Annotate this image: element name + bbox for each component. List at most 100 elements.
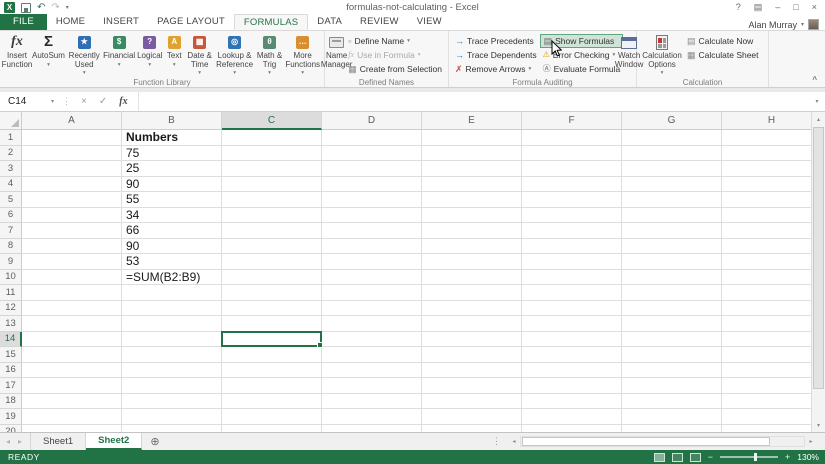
cell-C6[interactable] bbox=[222, 208, 322, 224]
cell-G18[interactable] bbox=[622, 394, 722, 410]
cell-C20[interactable] bbox=[222, 425, 322, 433]
cell-C16[interactable] bbox=[222, 363, 322, 379]
cell-H20[interactable] bbox=[722, 425, 822, 433]
cell-A13[interactable] bbox=[22, 316, 122, 332]
cell-H10[interactable] bbox=[722, 270, 822, 286]
cell-E12[interactable] bbox=[422, 301, 522, 317]
cell-A20[interactable] bbox=[22, 425, 122, 433]
cell-D17[interactable] bbox=[322, 378, 422, 394]
enter-button[interactable]: ✓ bbox=[93, 96, 113, 107]
zoom-in-icon[interactable]: + bbox=[785, 452, 790, 462]
cell-D7[interactable] bbox=[322, 223, 422, 239]
cell-G6[interactable] bbox=[622, 208, 722, 224]
cell-G20[interactable] bbox=[622, 425, 722, 433]
cell-H17[interactable] bbox=[722, 378, 822, 394]
page-layout-view-icon[interactable] bbox=[672, 453, 683, 462]
row-header-12[interactable]: 12 bbox=[0, 301, 22, 317]
cell-D12[interactable] bbox=[322, 301, 422, 317]
cell-A1[interactable] bbox=[22, 130, 122, 146]
cell-G2[interactable] bbox=[622, 146, 722, 162]
cell-D2[interactable] bbox=[322, 146, 422, 162]
cell-B20[interactable] bbox=[122, 425, 222, 433]
date-time-button[interactable]: ▦ Date & Time ▾ bbox=[185, 33, 215, 79]
tab-view[interactable]: VIEW bbox=[408, 14, 451, 30]
cell-E1[interactable] bbox=[422, 130, 522, 146]
scroll-down-icon[interactable]: ▾ bbox=[812, 418, 825, 432]
cell-B6[interactable]: 34 bbox=[122, 208, 222, 224]
cell-F15[interactable] bbox=[522, 347, 622, 363]
column-header-D[interactable]: D bbox=[322, 112, 422, 130]
normal-view-icon[interactable] bbox=[654, 453, 665, 462]
cell-G16[interactable] bbox=[622, 363, 722, 379]
tab-data[interactable]: DATA bbox=[308, 14, 351, 30]
name-box[interactable]: C14 ▾ bbox=[0, 92, 58, 111]
cell-G5[interactable] bbox=[622, 192, 722, 208]
cell-A3[interactable] bbox=[22, 161, 122, 177]
cell-D4[interactable] bbox=[322, 177, 422, 193]
tab-scroll-splitter[interactable]: ⋮ bbox=[492, 433, 501, 450]
cell-A2[interactable] bbox=[22, 146, 122, 162]
row-header-8[interactable]: 8 bbox=[0, 239, 22, 255]
cell-G10[interactable] bbox=[622, 270, 722, 286]
cell-H9[interactable] bbox=[722, 254, 822, 270]
formula-input[interactable] bbox=[138, 92, 809, 111]
save-icon[interactable] bbox=[21, 3, 31, 13]
cell-A17[interactable] bbox=[22, 378, 122, 394]
calculate-sheet-button[interactable]: ▦ Calculate Sheet bbox=[684, 48, 762, 62]
cell-G1[interactable] bbox=[622, 130, 722, 146]
scroll-left-icon[interactable]: ◂ bbox=[508, 438, 520, 445]
column-header-H[interactable]: H bbox=[722, 112, 822, 130]
row-header-5[interactable]: 5 bbox=[0, 192, 22, 208]
prev-sheet-icon[interactable]: ◂ bbox=[6, 437, 10, 446]
new-sheet-button[interactable]: ⊕ bbox=[142, 433, 167, 450]
cell-G4[interactable] bbox=[622, 177, 722, 193]
cell-A6[interactable] bbox=[22, 208, 122, 224]
minimize-icon[interactable]: – bbox=[775, 0, 780, 15]
cell-B17[interactable] bbox=[122, 378, 222, 394]
trace-dependents-button[interactable]: → Trace Dependents bbox=[452, 48, 540, 62]
cell-C15[interactable] bbox=[222, 347, 322, 363]
remove-arrows-button[interactable]: ✗ Remove Arrows ▾ bbox=[452, 62, 540, 76]
cell-A19[interactable] bbox=[22, 409, 122, 425]
cell-E15[interactable] bbox=[422, 347, 522, 363]
cell-F3[interactable] bbox=[522, 161, 622, 177]
row-header-18[interactable]: 18 bbox=[0, 394, 22, 410]
cell-C4[interactable] bbox=[222, 177, 322, 193]
tab-insert[interactable]: INSERT bbox=[94, 14, 148, 30]
cell-B1[interactable]: Numbers bbox=[122, 130, 222, 146]
row-header-9[interactable]: 9 bbox=[0, 254, 22, 270]
lookup-reference-button[interactable]: ◎ Lookup & Reference ▾ bbox=[215, 33, 255, 79]
cell-D6[interactable] bbox=[322, 208, 422, 224]
cell-E4[interactable] bbox=[422, 177, 522, 193]
calculate-now-button[interactable]: ▤ Calculate Now bbox=[684, 34, 762, 48]
column-header-B[interactable]: B bbox=[122, 112, 222, 130]
horizontal-scrollbar-thumb[interactable] bbox=[522, 437, 770, 446]
cell-H16[interactable] bbox=[722, 363, 822, 379]
insert-function-button[interactable]: fx Insert Function bbox=[3, 33, 31, 70]
cell-G11[interactable] bbox=[622, 285, 722, 301]
expand-formula-bar-icon[interactable]: ▾ bbox=[809, 98, 825, 105]
cell-D16[interactable] bbox=[322, 363, 422, 379]
cell-C11[interactable] bbox=[222, 285, 322, 301]
cell-D13[interactable] bbox=[322, 316, 422, 332]
sheet-tab-sheet1[interactable]: Sheet1 bbox=[30, 433, 86, 450]
cell-H18[interactable] bbox=[722, 394, 822, 410]
tab-review[interactable]: REVIEW bbox=[351, 14, 408, 30]
row-header-7[interactable]: 7 bbox=[0, 223, 22, 239]
cell-B9[interactable]: 53 bbox=[122, 254, 222, 270]
cell-G3[interactable] bbox=[622, 161, 722, 177]
cell-E7[interactable] bbox=[422, 223, 522, 239]
cell-E19[interactable] bbox=[422, 409, 522, 425]
cell-B7[interactable]: 66 bbox=[122, 223, 222, 239]
row-header-1[interactable]: 1 bbox=[0, 130, 22, 146]
cell-C18[interactable] bbox=[222, 394, 322, 410]
cell-C12[interactable] bbox=[222, 301, 322, 317]
cell-A12[interactable] bbox=[22, 301, 122, 317]
name-box-dropdown-icon[interactable]: ▾ bbox=[51, 98, 54, 105]
customize-qat-icon[interactable]: ▾ bbox=[66, 4, 69, 11]
cell-F5[interactable] bbox=[522, 192, 622, 208]
cell-C7[interactable] bbox=[222, 223, 322, 239]
cell-C2[interactable] bbox=[222, 146, 322, 162]
name-manager-button[interactable]: Name Manager bbox=[328, 33, 345, 70]
cell-F8[interactable] bbox=[522, 239, 622, 255]
